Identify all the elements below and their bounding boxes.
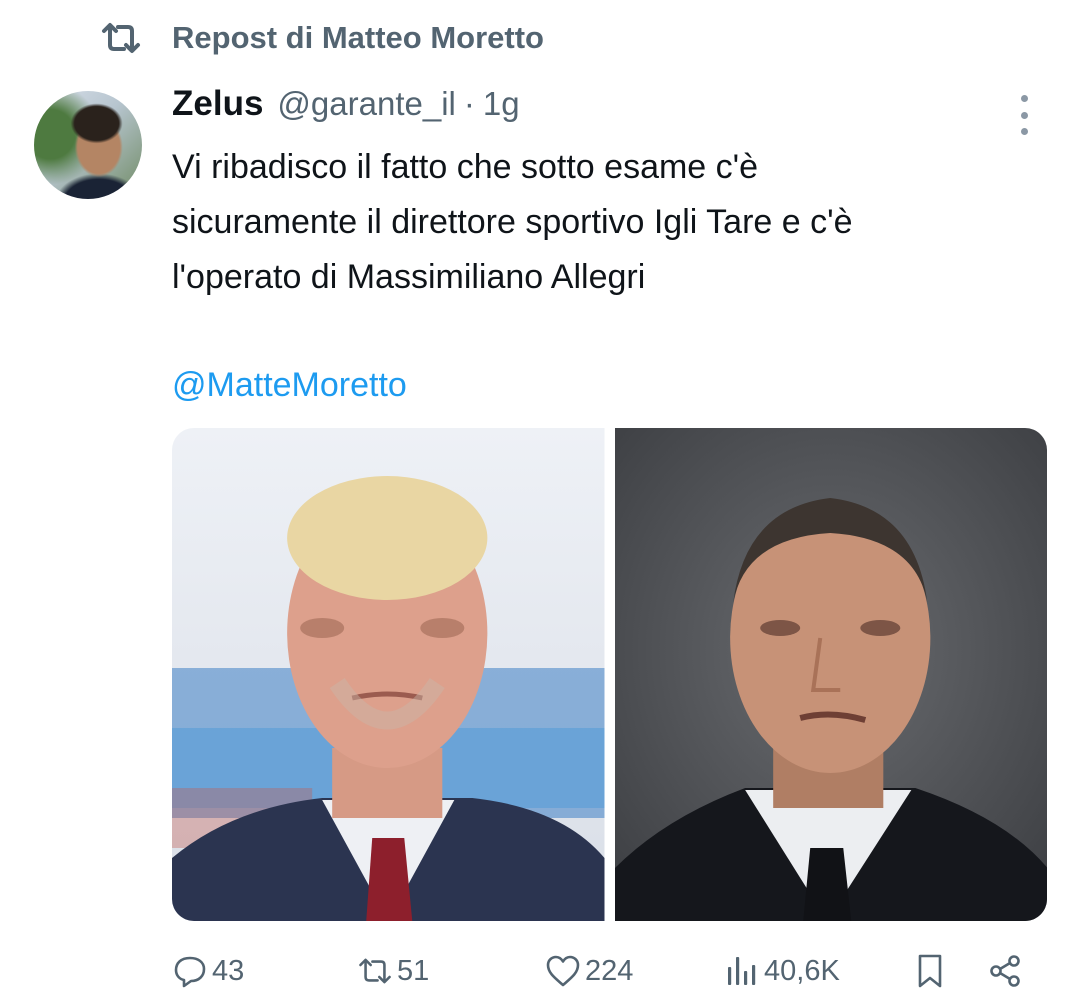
- mention-link[interactable]: @MatteMoretto: [172, 358, 407, 413]
- heart-icon: [546, 955, 580, 987]
- repost-banner[interactable]: Repost di Matteo Moretto: [100, 18, 544, 58]
- tweet-text-line: Vi ribadisco il fatto che sotto esame c'…: [172, 148, 759, 186]
- photo-left[interactable]: [172, 428, 605, 921]
- author-handle[interactable]: @garante_il: [277, 85, 455, 123]
- repost-icon: [359, 958, 391, 984]
- tweet-header: Zelus @garante_il · 1g: [172, 84, 520, 134]
- reply-icon: [174, 956, 206, 988]
- tweet-text-line: sicuramente il direttore sportivo Igli T…: [172, 203, 853, 241]
- repost-icon: [102, 23, 140, 53]
- share-icon: [990, 955, 1020, 987]
- avatar[interactable]: [34, 91, 142, 199]
- views-button[interactable]: 40,6K: [724, 945, 840, 997]
- bookmark-icon: [918, 954, 942, 988]
- views-count: 40,6K: [764, 954, 840, 987]
- action-bar: 43 51 224 40,6K: [172, 945, 1037, 997]
- like-count: 224: [585, 954, 634, 987]
- tweet-text-line: l'operato di Massimiliano Allegri: [172, 258, 646, 296]
- tweet-text: Vi ribadisco il fatto che sotto esame c'…: [172, 140, 1052, 305]
- photo-man-bald-black-tie-icon: [614, 428, 1047, 921]
- share-button[interactable]: [987, 945, 1023, 997]
- more-options-icon[interactable]: [1010, 95, 1038, 135]
- reply-button[interactable]: 43: [172, 945, 244, 997]
- tweet-media: [172, 428, 1047, 921]
- photo-right[interactable]: [614, 428, 1047, 921]
- repost-count: 51: [397, 954, 430, 987]
- bookmark-button[interactable]: [912, 945, 948, 997]
- photo-man-blond-hair-red-tie-icon: [172, 428, 605, 921]
- author-name[interactable]: Zelus: [172, 84, 263, 124]
- tweet-time[interactable]: 1g: [483, 85, 520, 123]
- like-button[interactable]: 224: [545, 945, 633, 997]
- analytics-icon: [728, 957, 756, 985]
- repost-label[interactable]: Repost di Matteo Moretto: [172, 20, 544, 56]
- separator-dot: ·: [463, 85, 475, 122]
- repost-button[interactable]: 51: [357, 945, 429, 997]
- reply-count: 43: [212, 954, 245, 987]
